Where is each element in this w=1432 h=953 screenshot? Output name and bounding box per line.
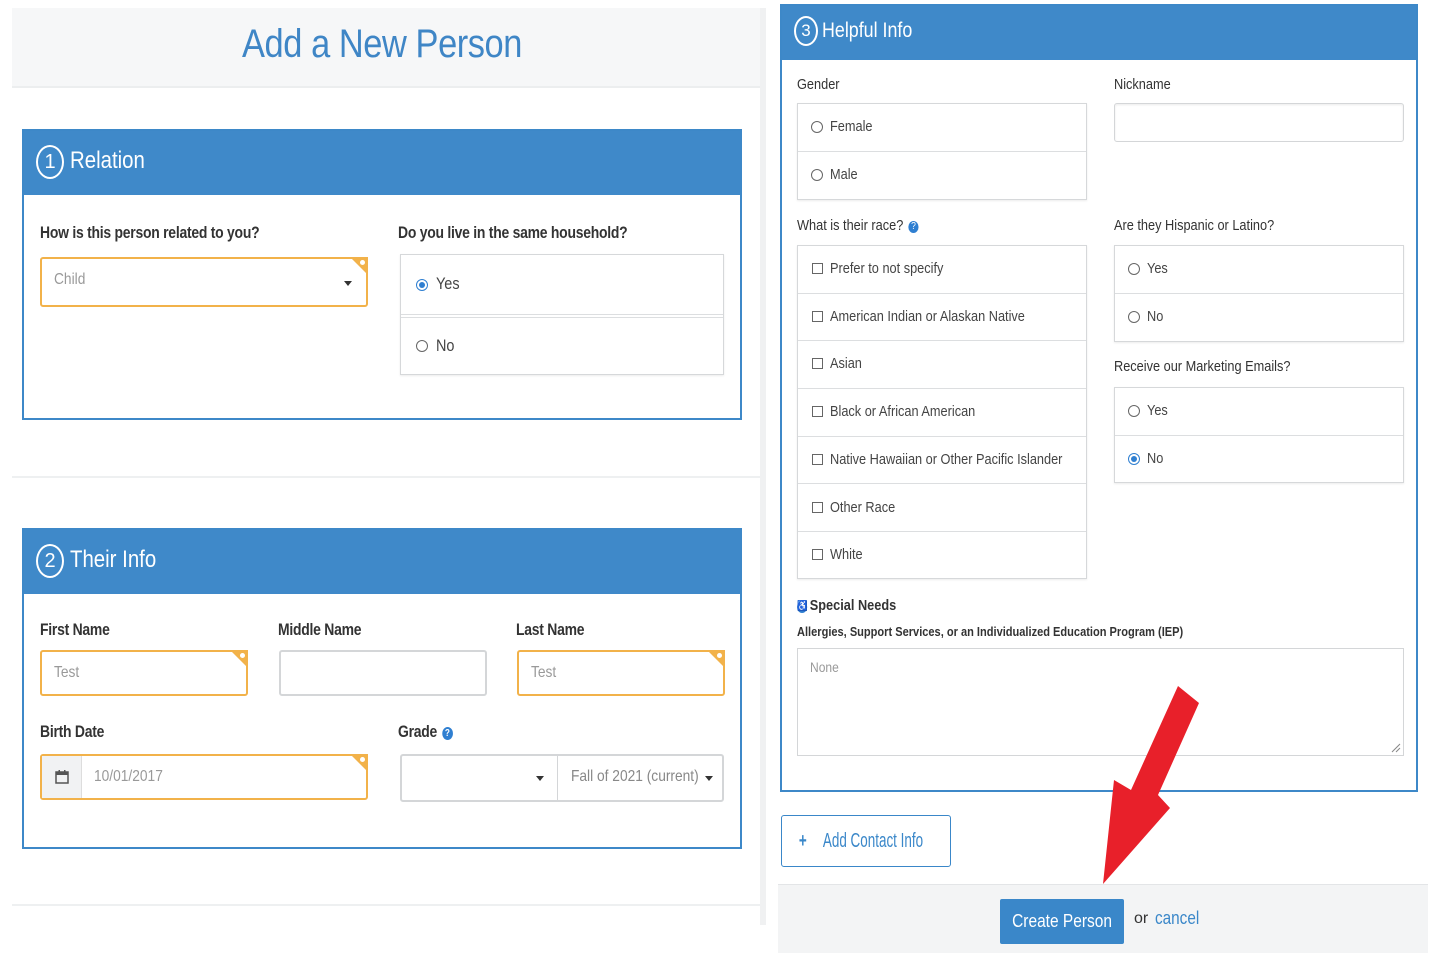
grade-select-group: Fall of 2021 (current) [400, 754, 724, 802]
race-option[interactable]: Black or African American [798, 389, 1086, 437]
page-title: Add a New Person [242, 22, 522, 66]
required-indicator [350, 257, 368, 275]
gender-label: Gender [797, 76, 840, 93]
relation-panel: 1 Relation How is this person related to… [22, 129, 742, 420]
hispanic-yes-option[interactable]: Yes [1115, 246, 1403, 294]
middle-name-input[interactable] [279, 650, 487, 696]
chevron-down-icon [536, 776, 544, 781]
column-divider [760, 8, 766, 925]
race-option[interactable]: White [798, 532, 1086, 580]
step-number: 2 [36, 544, 64, 578]
first-name-input[interactable]: Test [40, 650, 248, 696]
special-needs-textarea[interactable]: None [797, 648, 1404, 756]
birth-date-input[interactable]: 10/01/2017 [40, 754, 368, 800]
nickname-input[interactable] [1114, 103, 1404, 142]
their-info-header: 2 Their Info [24, 530, 740, 594]
required-indicator [707, 650, 725, 668]
relation-header: 1 Relation [24, 131, 740, 195]
household-yes-option[interactable]: Yes [401, 255, 723, 315]
marketing-options: Yes No [1114, 387, 1404, 483]
required-indicator [350, 754, 368, 772]
radio-button[interactable] [416, 279, 428, 291]
required-indicator [230, 650, 248, 668]
helpful-info-panel: 3 Helpful Info Gender Female Male Nickna… [780, 4, 1418, 792]
checkbox[interactable] [812, 501, 823, 513]
resize-handle-icon[interactable] [1391, 743, 1401, 753]
divider [12, 904, 760, 906]
grade-label: Grade? [398, 722, 453, 742]
race-option[interactable]: Asian [798, 341, 1086, 390]
page-header: Add a New Person [12, 8, 760, 88]
grade-select[interactable] [402, 756, 558, 800]
radio-button[interactable] [1128, 453, 1140, 465]
or-text: or [1134, 910, 1149, 927]
last-name-input[interactable]: Test [517, 650, 725, 696]
relation-title: Relation [70, 147, 145, 174]
household-label: Do you live in the same household? [398, 223, 628, 242]
race-option[interactable]: Native Hawaiian or Other Pacific Islande… [798, 437, 1086, 485]
add-contact-info-button[interactable]: + Add Contact Info [781, 815, 951, 867]
their-info-title: Their Info [70, 546, 157, 573]
race-option[interactable]: Prefer to not specify [798, 246, 1086, 294]
gender-options: Female Male [797, 103, 1087, 200]
checkbox[interactable] [812, 263, 823, 274]
marketing-no-option[interactable]: No [1115, 436, 1403, 484]
term-select[interactable]: Fall of 2021 (current) [559, 756, 723, 800]
household-options: Yes No [400, 254, 724, 375]
household-no-option[interactable]: No [401, 317, 723, 375]
checkbox[interactable] [812, 406, 823, 418]
checkbox[interactable] [812, 453, 823, 465]
race-option[interactable]: American Indian or Alaskan Native [798, 294, 1086, 342]
gender-female-option[interactable]: Female [798, 104, 1086, 152]
birth-date-label: Birth Date [40, 722, 105, 741]
nickname-label: Nickname [1114, 76, 1171, 93]
chevron-down-icon [344, 281, 352, 286]
help-icon[interactable]: ? [908, 221, 919, 233]
radio-button[interactable] [1128, 405, 1140, 417]
gender-male-option[interactable]: Male [798, 152, 1086, 200]
step-number: 3 [794, 16, 818, 46]
special-needs-hint: Allergies, Support Services, or an Indiv… [797, 624, 1184, 639]
plus-icon: + [798, 829, 807, 852]
radio-button[interactable] [416, 340, 428, 352]
create-person-button[interactable]: Create Person [1000, 899, 1124, 944]
radio-button[interactable] [1128, 311, 1140, 323]
helpful-info-title: Helpful Info [822, 19, 913, 42]
checkbox[interactable] [812, 358, 823, 370]
marketing-label: Receive our Marketing Emails? [1114, 358, 1291, 375]
step-number: 1 [36, 145, 64, 179]
their-info-panel: 2 Their Info First Name Test Middle Name… [22, 528, 742, 849]
radio-button[interactable] [811, 169, 823, 181]
cancel-link[interactable]: cancel [1155, 908, 1199, 929]
chevron-down-icon [705, 776, 713, 781]
help-icon[interactable]: ? [441, 727, 453, 740]
hispanic-no-option[interactable]: No [1115, 294, 1403, 342]
helpful-info-header: 3 Helpful Info [782, 6, 1416, 60]
middle-name-label: Middle Name [278, 620, 362, 639]
last-name-label: Last Name [516, 620, 585, 639]
marketing-yes-option[interactable]: Yes [1115, 388, 1403, 436]
hispanic-label: Are they Hispanic or Latino? [1114, 217, 1275, 234]
checkbox[interactable] [812, 549, 823, 561]
accessibility-icon: ♿ [797, 601, 808, 613]
special-needs-label: ♿ Special Needs [797, 597, 897, 614]
race-options: Prefer to not specify American Indian or … [797, 245, 1087, 579]
hispanic-options: Yes No [1114, 245, 1404, 342]
race-label: What is their race?? [797, 217, 919, 234]
radio-button[interactable] [811, 121, 823, 133]
relation-select[interactable]: Child [40, 257, 368, 307]
calendar-icon[interactable] [42, 756, 82, 798]
divider [12, 476, 760, 478]
checkbox[interactable] [812, 310, 823, 322]
related-label: How is this person related to you? [40, 223, 260, 242]
race-option[interactable]: Other Race [798, 485, 1086, 533]
radio-button[interactable] [1128, 263, 1140, 275]
first-name-label: First Name [40, 620, 110, 639]
